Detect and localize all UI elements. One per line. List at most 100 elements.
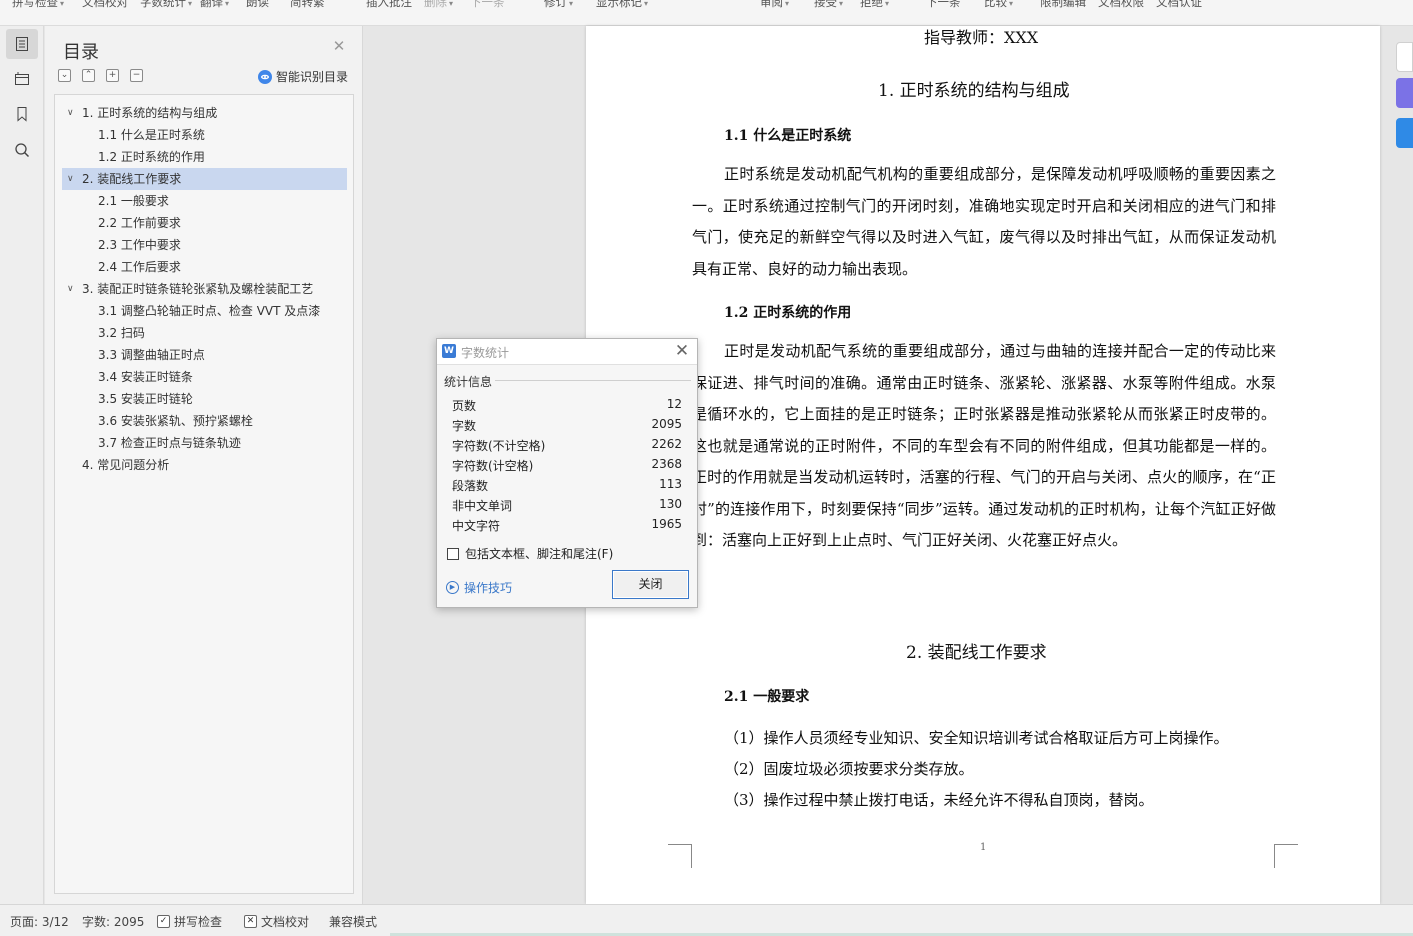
close-icon[interactable]: ✕ [673, 341, 691, 361]
expand-icon[interactable]: ⌄ [58, 69, 71, 82]
compat-mode-label: 兼容模式 [329, 915, 378, 929]
checkbox-box[interactable] [447, 547, 459, 560]
toc-item-label: 3.4 安装正时链条 [98, 370, 193, 384]
toc-item[interactable]: 2.1 一般要求 [62, 190, 347, 212]
tips-label: 操作技巧 [464, 581, 513, 595]
read-aloud-button[interactable]: 朗读 [246, 0, 269, 10]
margin-corner [1274, 844, 1298, 868]
toc-item-label: 2.1 一般要求 [98, 194, 169, 208]
group-label: 统计信息 [444, 373, 496, 390]
document-permission-button[interactable]: 文档权限 [1098, 0, 1144, 10]
play-icon: ▶ [446, 581, 459, 594]
proofread-icon: ✕ [244, 915, 257, 928]
margin-corner [668, 844, 692, 868]
next-comment-button[interactable]: 下一条 [470, 0, 505, 10]
toc-item[interactable]: 2.2 工作前要求 [62, 212, 347, 234]
tips-link[interactable]: ▶ 操作技巧 [446, 579, 512, 596]
stat-label: 段落数 [452, 479, 489, 493]
dialog-titlebar[interactable]: W 字数统计 ✕ [437, 339, 697, 365]
stat-row: 字符数(不计空格) 2262 [452, 434, 682, 454]
chevron-down-icon[interactable]: ∨ [67, 278, 74, 300]
toc-item-label: 3.5 安装正时链轮 [98, 392, 193, 406]
toc-rail-button[interactable] [6, 29, 38, 59]
bookmark-icon [17, 107, 27, 122]
list-item: （2）固废垃圾必须按要求分类存放。 [724, 760, 974, 778]
toc-item[interactable]: 1.1 什么是正时系统 [62, 124, 347, 146]
toc-item-label: 2.3 工作中要求 [98, 238, 181, 252]
stat-label: 字符数(计空格) [452, 459, 534, 473]
toc-item-label: 1.1 什么是正时系统 [98, 128, 205, 142]
wps-writer-icon: W [442, 344, 456, 358]
translate-menu[interactable]: 翻译 ▾ [200, 0, 229, 10]
toc-item[interactable]: 1.2 正时系统的作用 [62, 146, 347, 168]
right-side-panel [1396, 40, 1413, 160]
group-divider [495, 380, 691, 381]
side-ai-button[interactable] [1396, 78, 1413, 108]
toc-list: ∨ 1. 正时系统的结构与组成 1.1 什么是正时系统 1.2 正时系统的作用 ∨ 2. … [62, 102, 347, 476]
navigation-rail [0, 26, 44, 904]
bookmark-rail-button[interactable] [6, 99, 38, 129]
show-markup-menu[interactable]: 显示标记 ▾ [596, 0, 648, 10]
word-count-menu[interactable]: 字数统计 ▾ [140, 0, 192, 10]
stat-label: 字符数(不计空格) [452, 439, 546, 453]
side-share-button[interactable] [1396, 118, 1413, 148]
smart-ai-icon [258, 69, 272, 84]
toc-item[interactable]: 3.6 安装张紧轨、预拧紧螺栓 [62, 410, 347, 432]
search-rail-button[interactable] [6, 135, 38, 165]
toc-item[interactable]: ∨ 2. 装配线工作要求 [62, 168, 347, 190]
toc-item[interactable]: 4. 常见问题分析 [62, 454, 347, 476]
chapter-rail-button[interactable] [6, 64, 38, 94]
reject-menu[interactable]: 拒绝 ▾ [860, 0, 889, 10]
smart-toc-button[interactable]: 智能识别目录 [258, 68, 348, 85]
toc-item[interactable]: 3.5 安装正时链轮 [62, 388, 347, 410]
delete-comment-button[interactable]: 删除 ▾ [424, 0, 453, 10]
side-tool-button[interactable] [1396, 42, 1413, 72]
stat-row: 字数 2095 [452, 414, 682, 434]
toc-item[interactable]: 3.7 检查正时点与链条轨迹 [62, 432, 347, 454]
document-certify-button[interactable]: 文档认证 [1156, 0, 1202, 10]
page-indicator[interactable]: 页面: 3/12 [10, 913, 69, 930]
toc-item-label: 3. 装配正时链条链轮张紧轨及螺栓装配工艺 [82, 282, 314, 296]
spell-check-menu[interactable]: 拼写检查 ▾ [12, 0, 64, 10]
track-changes-menu[interactable]: 修订 ▾ [544, 0, 573, 10]
toc-item-label: 3.1 调整凸轮轴正时点、检查 VVT 及点漆 [98, 304, 321, 318]
spell-check-status[interactable]: ✓ 拼写检查 [157, 913, 222, 930]
toc-item[interactable]: 3.2 扫码 [62, 322, 347, 344]
toc-item[interactable]: 3.1 调整凸轮轴正时点、检查 VVT 及点漆 [62, 300, 347, 322]
close-button[interactable]: 关闭 [612, 570, 689, 599]
remove-item-icon[interactable]: − [130, 69, 143, 82]
accept-menu[interactable]: 接受 ▾ [814, 0, 843, 10]
toc-item[interactable]: 3.3 调整曲轴正时点 [62, 344, 347, 366]
restrict-editing-button[interactable]: 限制编辑 [1040, 0, 1086, 10]
close-icon[interactable]: ✕ [331, 38, 347, 54]
word-count-dialog: W 字数统计 ✕ 统计信息 页数 12 字数 2095 字符数(不计空格) 2262 字符数… [436, 338, 698, 608]
compare-menu[interactable]: 比较 ▾ [984, 0, 1013, 10]
proofread-status[interactable]: ✕ 文档校对 [244, 913, 309, 930]
toc-item-label: 3.6 安装张紧轨、预拧紧螺栓 [98, 414, 253, 428]
toc-item[interactable]: 2.3 工作中要求 [62, 234, 347, 256]
word-count-indicator[interactable]: 字数: 2095 [82, 913, 144, 930]
toc-toolbar: ⌄ ⌃ + − [58, 69, 143, 82]
toc-item[interactable]: 2.4 工作后要求 [62, 256, 347, 278]
stat-label: 页数 [452, 399, 477, 413]
heading-1: 1. 正时系统的结构与组成 [878, 81, 1070, 101]
toc-item[interactable]: 3.4 安装正时链条 [62, 366, 347, 388]
chevron-down-icon[interactable]: ∨ [67, 102, 74, 124]
next-change-button[interactable]: 下一条 [926, 0, 961, 10]
collapse-icon[interactable]: ⌃ [82, 69, 95, 82]
insert-comment-button[interactable]: 插入批注 [366, 0, 412, 10]
toc-item[interactable]: ∨ 1. 正时系统的结构与组成 [62, 102, 347, 124]
review-menu[interactable]: 审阅 ▾ [760, 0, 789, 10]
smart-toc-label: 智能识别目录 [276, 70, 349, 84]
include-textbox-checkbox[interactable]: 包括文本框、脚注和尾注(F) [447, 545, 613, 562]
toc-tree: ∨ 1. 正时系统的结构与组成 1.1 什么是正时系统 1.2 正时系统的作用 ∨ 2. … [54, 94, 354, 894]
add-item-icon[interactable]: + [106, 69, 119, 82]
chevron-down-icon[interactable]: ∨ [67, 168, 74, 190]
toc-item[interactable]: ∨ 3. 装配正时链条链轮张紧轨及螺栓装配工艺 [62, 278, 347, 300]
convert-traditional-button[interactable]: 简转繁 [290, 0, 325, 10]
paragraph-1: 正时系统是发动机配气机构的重要组成部分，是保障发动机呼吸顺畅的重要因素之一。正时… [692, 165, 1276, 278]
document-page[interactable]: 指导教师：XXX 1. 正时系统的结构与组成 1.1 什么是正时系统 正时系统是… [586, 26, 1380, 904]
proofread-button[interactable]: 文档校对 [82, 0, 128, 10]
toc-item-label: 4. 常见问题分析 [82, 458, 170, 472]
toc-item-label: 1. 正时系统的结构与组成 [82, 106, 218, 120]
